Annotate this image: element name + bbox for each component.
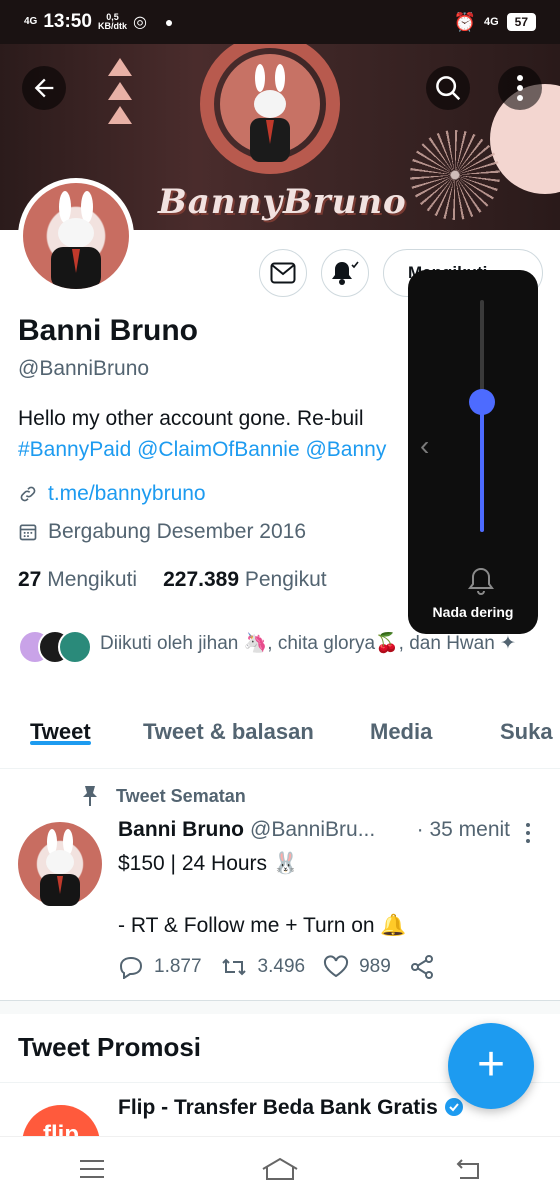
- section-divider: [0, 1000, 560, 1014]
- ringtone-bell-icon[interactable]: [468, 566, 494, 596]
- tweet-line-1: $150 | 24 Hours 🐰: [118, 852, 300, 875]
- system-navigation-bar: [0, 1136, 560, 1200]
- avatar-image: [23, 183, 129, 289]
- profile-website-link[interactable]: t.me/bannybruno: [48, 482, 206, 506]
- back-nav-icon[interactable]: [454, 1158, 482, 1180]
- share-icon: [410, 955, 433, 979]
- whatsapp-icon: ◎: [132, 14, 147, 31]
- banner-triangle: [108, 58, 132, 76]
- bunny-avatar-icon: [51, 191, 101, 289]
- retweet-count: 3.496: [257, 956, 306, 977]
- link-icon: [20, 486, 36, 502]
- banner-triangle: [108, 82, 132, 100]
- speed-unit: KB/dtk: [97, 21, 127, 31]
- profile-name: Banni Bruno: [18, 314, 198, 347]
- retweet-icon: [221, 958, 246, 976]
- tab-media[interactable]: Media: [370, 705, 432, 745]
- network-right: 4G: [483, 16, 499, 28]
- tweet-author-avatar[interactable]: [18, 822, 102, 906]
- bell-check-icon: [332, 261, 359, 285]
- tab-likes[interactable]: Suka: [500, 705, 553, 745]
- more-options-button[interactable]: [498, 66, 542, 110]
- follow-counts: 27 Mengikuti 227.389 Pengikut: [18, 568, 327, 592]
- calendar-icon: [19, 524, 37, 541]
- followed-by-text: Diikuti oleh jihan 🦄, chita glorya🍒, dan…: [100, 633, 516, 654]
- profile-tabs: Tweet Tweet & balasan Media Suka: [0, 705, 560, 769]
- clock: 13:50: [43, 11, 92, 32]
- dot-icon: ●: [164, 14, 174, 30]
- network-speed: 0,5 KB/dtk: [98, 13, 127, 31]
- tweet-actions: 1.877 3.496 989: [118, 954, 453, 980]
- promoted-section-title: Tweet Promosi: [18, 1032, 202, 1062]
- followed-by-row[interactable]: Diikuti oleh jihan 🦄, chita glorya🍒, dan…: [18, 630, 538, 664]
- like-count: 989: [359, 956, 391, 977]
- chevron-left-icon[interactable]: ‹: [420, 430, 429, 462]
- reply-count: 1.877: [154, 956, 202, 977]
- volume-mode-label: Nada dering: [432, 604, 514, 620]
- following-count: 27: [18, 568, 42, 591]
- comment-icon: [119, 956, 143, 979]
- reply-button[interactable]: 1.877: [118, 955, 202, 979]
- promoted-item-name: Flip - Transfer Beda Bank Gratis: [118, 1096, 438, 1119]
- following-label: Mengikuti: [47, 568, 138, 591]
- promoted-item-title[interactable]: Flip - Transfer Beda Bank Gratis: [118, 1096, 464, 1120]
- battery-indicator: 57: [506, 13, 536, 31]
- followers-count-link[interactable]: 227.389 Pengikut: [163, 568, 327, 592]
- bunny-avatar-icon: [40, 829, 80, 906]
- search-icon: [436, 76, 461, 101]
- tweet-line-2: - RT & Follow me + Turn on 🔔: [118, 914, 407, 937]
- pinned-label: Tweet Sematan: [116, 785, 246, 806]
- tweet-text: $150 | 24 Hours 🐰 - RT & Follow me + Tur…: [118, 848, 407, 941]
- banner-sunburst: [410, 130, 500, 220]
- compose-tweet-button[interactable]: +: [448, 1023, 534, 1109]
- message-button[interactable]: [259, 249, 307, 297]
- joined-date: Bergabung Desember 2016: [48, 520, 307, 543]
- arrow-left-icon: [34, 78, 54, 98]
- followers-count: 227.389: [163, 568, 240, 591]
- bunny-mascot-icon: [250, 64, 290, 162]
- tweet-header: Banni Bruno @BanniBru... · 35 menit: [118, 818, 538, 842]
- back-button[interactable]: [22, 66, 66, 110]
- pinned-indicator: Tweet Sematan: [80, 785, 246, 807]
- kebab-menu-icon: [517, 75, 523, 101]
- followers-label: Pengikut: [244, 568, 327, 591]
- heart-icon: [324, 955, 349, 978]
- banner-triangle: [108, 106, 132, 124]
- follower-avatar: [58, 630, 92, 664]
- status-bar: 4G 13:50 0,5 KB/dtk ◎ ● ⏰ 4G 57: [0, 0, 560, 44]
- tweet-more-icon[interactable]: [524, 822, 532, 844]
- profile-avatar[interactable]: [18, 178, 134, 294]
- envelope-icon: [270, 262, 296, 284]
- home-icon[interactable]: [261, 1157, 299, 1181]
- volume-fill: [480, 402, 484, 532]
- volume-panel: ‹ Nada dering: [408, 270, 538, 634]
- profile-link-row: t.me/bannybruno: [18, 482, 206, 506]
- signal-indicator: 4G: [24, 16, 38, 27]
- banner-brand-text: BannyBruno: [158, 182, 407, 222]
- notifications-toggle-button[interactable]: [321, 249, 369, 297]
- share-button[interactable]: [409, 954, 435, 980]
- pin-icon: [83, 786, 97, 806]
- like-button[interactable]: 989: [323, 955, 391, 979]
- search-button[interactable]: [426, 66, 470, 110]
- retweet-button[interactable]: 3.496: [220, 956, 306, 978]
- tab-tweet[interactable]: Tweet: [30, 705, 91, 745]
- profile-joined-row: Bergabung Desember 2016: [18, 520, 306, 544]
- volume-slider-handle[interactable]: [469, 389, 495, 416]
- plus-icon: +: [476, 1038, 506, 1091]
- profile-handle: @BanniBruno: [18, 357, 150, 380]
- tweet-author-handle: @BanniBru...: [250, 818, 376, 841]
- menu-icon[interactable]: [78, 1159, 106, 1179]
- following-count-link[interactable]: 27 Mengikuti: [18, 568, 137, 592]
- tweet-time: · 35 menit: [416, 818, 510, 841]
- tab-tweet-replies[interactable]: Tweet & balasan: [143, 705, 314, 745]
- alarm-icon: ⏰: [453, 11, 476, 32]
- verified-badge-icon: [444, 1098, 463, 1116]
- tweet-author-name[interactable]: Banni Bruno: [118, 818, 244, 842]
